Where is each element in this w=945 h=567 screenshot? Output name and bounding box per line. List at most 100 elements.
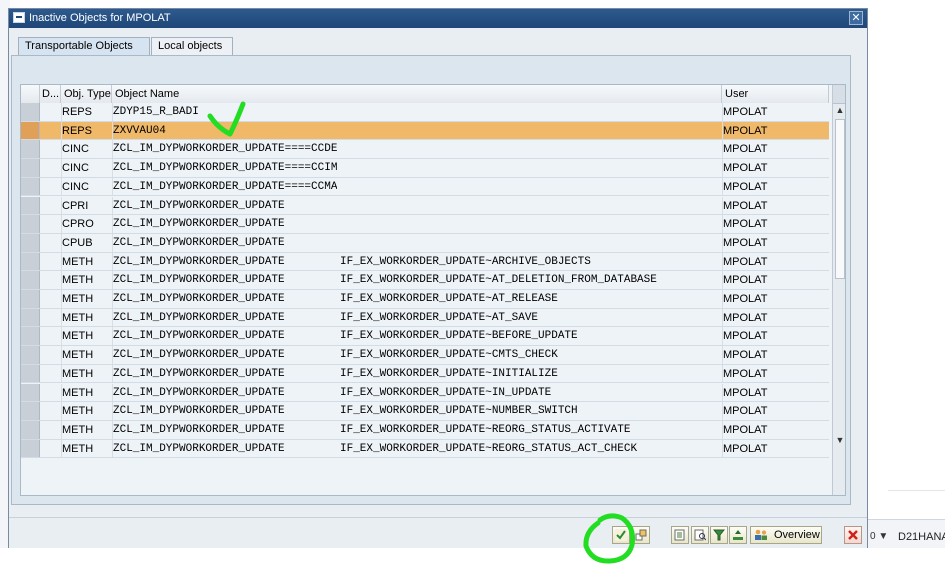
sub-object-cell: IF_EX_WORKORDER_UPDATE~NUMBER_SWITCH — [340, 405, 578, 418]
sub-object-cell: IF_EX_WORKORDER_UPDATE~REORG_STATUS_ACT_… — [340, 442, 638, 455]
user-cell: MPOLAT — [723, 106, 768, 118]
table-row[interactable]: CINC ZCL_IM_DYPWORKORDER_UPDATE====CCDEF M… — [21, 140, 829, 160]
table-row[interactable]: CPUB ZCL_IM_DYPWORKORDER_UPDATE MPOLAT — [21, 233, 829, 253]
sub-object-cell: IF_EX_WORKORDER_UPDATE~INITIALIZE — [340, 367, 558, 380]
object-name-cell: ZCL_IM_DYPWORKORDER_UPDATE====CCIMP — [113, 162, 337, 175]
table-row[interactable]: CPRO ZCL_IM_DYPWORKORDER_UPDATE MPOLAT — [21, 215, 829, 234]
table-row[interactable]: REPS ZXVVAU04 MPOLAT — [21, 121, 829, 141]
table-row[interactable]: METH ZCL_IM_DYPWORKORDER_UPDATE IF_EX_WORK… — [21, 271, 829, 290]
row-selector[interactable] — [21, 346, 40, 364]
object-name-cell: ZCL_IM_DYPWORKORDER_UPDATE — [113, 236, 285, 249]
sub-object-cell: IF_EX_WORKORDER_UPDATE~AT_RELEASE — [340, 293, 558, 305]
user-cell: MPOLAT — [723, 199, 768, 212]
table-row[interactable]: CPRI ZCL_IM_DYPWORKORDER_UPDATE MPOLAT — [21, 196, 829, 216]
row-selector[interactable] — [21, 215, 40, 233]
object-name-cell: ZCL_IM_DYPWORKORDER_UPDATE — [113, 386, 285, 399]
object-name-cell: ZCL_IM_DYPWORKORDER_UPDATE====CCDEF — [113, 143, 337, 156]
object-name-cell: ZCL_IM_DYPWORKORDER_UPDATE — [113, 367, 285, 380]
find-button[interactable] — [691, 526, 709, 544]
user-cell: MPOLAT — [723, 311, 768, 324]
table-row[interactable]: REPS ZDYP15_R_BADI MPOLAT — [21, 103, 829, 122]
row-selector[interactable] — [21, 271, 40, 289]
user-cell: MPOLAT — [723, 386, 768, 399]
overview-button[interactable]: Overview — [750, 526, 822, 544]
table-row[interactable]: METH ZCL_IM_DYPWORKORDER_UPDATE IF_EX_WORK… — [21, 327, 829, 347]
header-obj-type[interactable]: Obj. Type — [61, 85, 112, 103]
row-selector[interactable] — [21, 177, 40, 196]
row-selector[interactable] — [21, 233, 40, 252]
tab-transportable-objects[interactable]: Transportable Objects — [18, 37, 150, 55]
table-row[interactable]: METH ZCL_IM_DYPWORKORDER_UPDATE IF_EX_WORK… — [21, 439, 829, 459]
sub-object-cell — [340, 234, 720, 252]
scrollbar-header — [833, 85, 845, 104]
object-name-cell: ZCL_IM_DYPWORKORDER_UPDATE — [113, 274, 285, 287]
overview-label: Overview — [774, 529, 820, 541]
obj-type-cell: CINC — [62, 162, 89, 175]
window-icon — [13, 12, 25, 23]
status-dropdown[interactable]: 0 ▼ — [870, 531, 888, 542]
object-name-cell: ZCL_IM_DYPWORKORDER_UPDATE — [113, 349, 285, 362]
header-object-name[interactable]: Object Name — [112, 85, 722, 103]
scroll-down-button[interactable]: ▼ — [834, 433, 845, 447]
row-selector[interactable] — [21, 420, 40, 439]
scroll-up-button[interactable]: ▲ — [834, 103, 845, 117]
table-row[interactable]: METH ZCL_IM_DYPWORKORDER_UPDATE IF_EX_WORK… — [21, 383, 829, 403]
title-bar[interactable]: Inactive Objects for MPOLAT ✕ — [9, 9, 867, 28]
details-button[interactable] — [671, 526, 689, 544]
vertical-scrollbar[interactable]: ▲ ▼ — [832, 85, 845, 495]
row-selector[interactable] — [21, 252, 40, 271]
sub-object-cell — [340, 178, 720, 196]
row-selector[interactable] — [21, 103, 40, 121]
header-d[interactable]: D... — [40, 85, 61, 103]
user-cell: MPOLAT — [723, 330, 768, 343]
sort-button[interactable] — [729, 526, 747, 544]
table-row[interactable]: METH ZCL_IM_DYPWORKORDER_UPDATE IF_EX_WORK… — [21, 252, 829, 272]
obj-type-cell: METH — [62, 293, 94, 305]
sub-object-cell: IF_EX_WORKORDER_UPDATE~ARCHIVE_OBJECTS — [340, 255, 591, 268]
row-selector[interactable] — [21, 402, 40, 420]
table-row[interactable]: CINC ZCL_IM_DYPWORKORDER_UPDATE====CCMAC M… — [21, 177, 829, 197]
object-name-cell: ZCL_IM_DYPWORKORDER_UPDATE — [113, 311, 285, 324]
sub-object-cell — [340, 122, 720, 140]
object-name-cell: ZCL_IM_DYPWORKORDER_UPDATE — [113, 293, 285, 305]
details-icon — [674, 529, 685, 541]
row-selector[interactable] — [21, 196, 40, 215]
scroll-thumb[interactable] — [835, 119, 845, 279]
row-selector[interactable] — [21, 364, 40, 383]
row-selector[interactable] — [21, 121, 40, 140]
user-cell: MPOLAT — [723, 367, 768, 380]
tab-local-objects[interactable]: Local objects — [151, 37, 233, 55]
table-row[interactable]: METH ZCL_IM_DYPWORKORDER_UPDATE IF_EX_WORK… — [21, 346, 829, 365]
obj-type-cell: METH — [62, 274, 94, 287]
row-selector[interactable] — [21, 383, 40, 402]
header-row-selector[interactable] — [21, 85, 40, 103]
row-selector[interactable] — [21, 159, 40, 177]
row-selector[interactable] — [21, 140, 40, 159]
table-row[interactable]: METH ZCL_IM_DYPWORKORDER_UPDATE IF_EX_WORK… — [21, 402, 829, 421]
row-selector[interactable] — [21, 439, 40, 458]
obj-type-cell: CPRI — [62, 199, 89, 212]
close-button[interactable]: ✕ — [849, 11, 863, 25]
cancel-button[interactable] — [844, 526, 862, 544]
table-row[interactable]: CINC ZCL_IM_DYPWORKORDER_UPDATE====CCIMP M… — [21, 159, 829, 178]
sub-object-cell — [340, 159, 720, 177]
filter-button[interactable] — [710, 526, 728, 544]
select-all-button[interactable] — [632, 526, 650, 544]
table-row[interactable]: METH ZCL_IM_DYPWORKORDER_UPDATE IF_EX_WORK… — [21, 364, 829, 384]
row-selector[interactable] — [21, 308, 40, 327]
obj-type-cell: CPUB — [62, 236, 93, 249]
user-cell: MPOLAT — [723, 442, 768, 455]
sub-object-cell — [340, 103, 720, 121]
row-selector[interactable] — [21, 290, 40, 308]
obj-type-cell: CINC — [62, 180, 89, 193]
object-name-cell: ZCL_IM_DYPWORKORDER_UPDATE====CCMAC — [113, 180, 337, 193]
obj-type-cell: CPRO — [62, 218, 94, 231]
row-selector[interactable] — [21, 327, 40, 346]
continue-button[interactable] — [612, 526, 630, 544]
header-user[interactable]: User — [722, 85, 829, 103]
table-row[interactable]: METH ZCL_IM_DYPWORKORDER_UPDATE IF_EX_WORK… — [21, 290, 829, 309]
people-icon — [755, 529, 767, 540]
table-row[interactable]: METH ZCL_IM_DYPWORKORDER_UPDATE IF_EX_WORK… — [21, 420, 829, 440]
obj-type-cell: CINC — [62, 143, 89, 156]
table-row[interactable]: METH ZCL_IM_DYPWORKORDER_UPDATE IF_EX_WORK… — [21, 308, 829, 328]
